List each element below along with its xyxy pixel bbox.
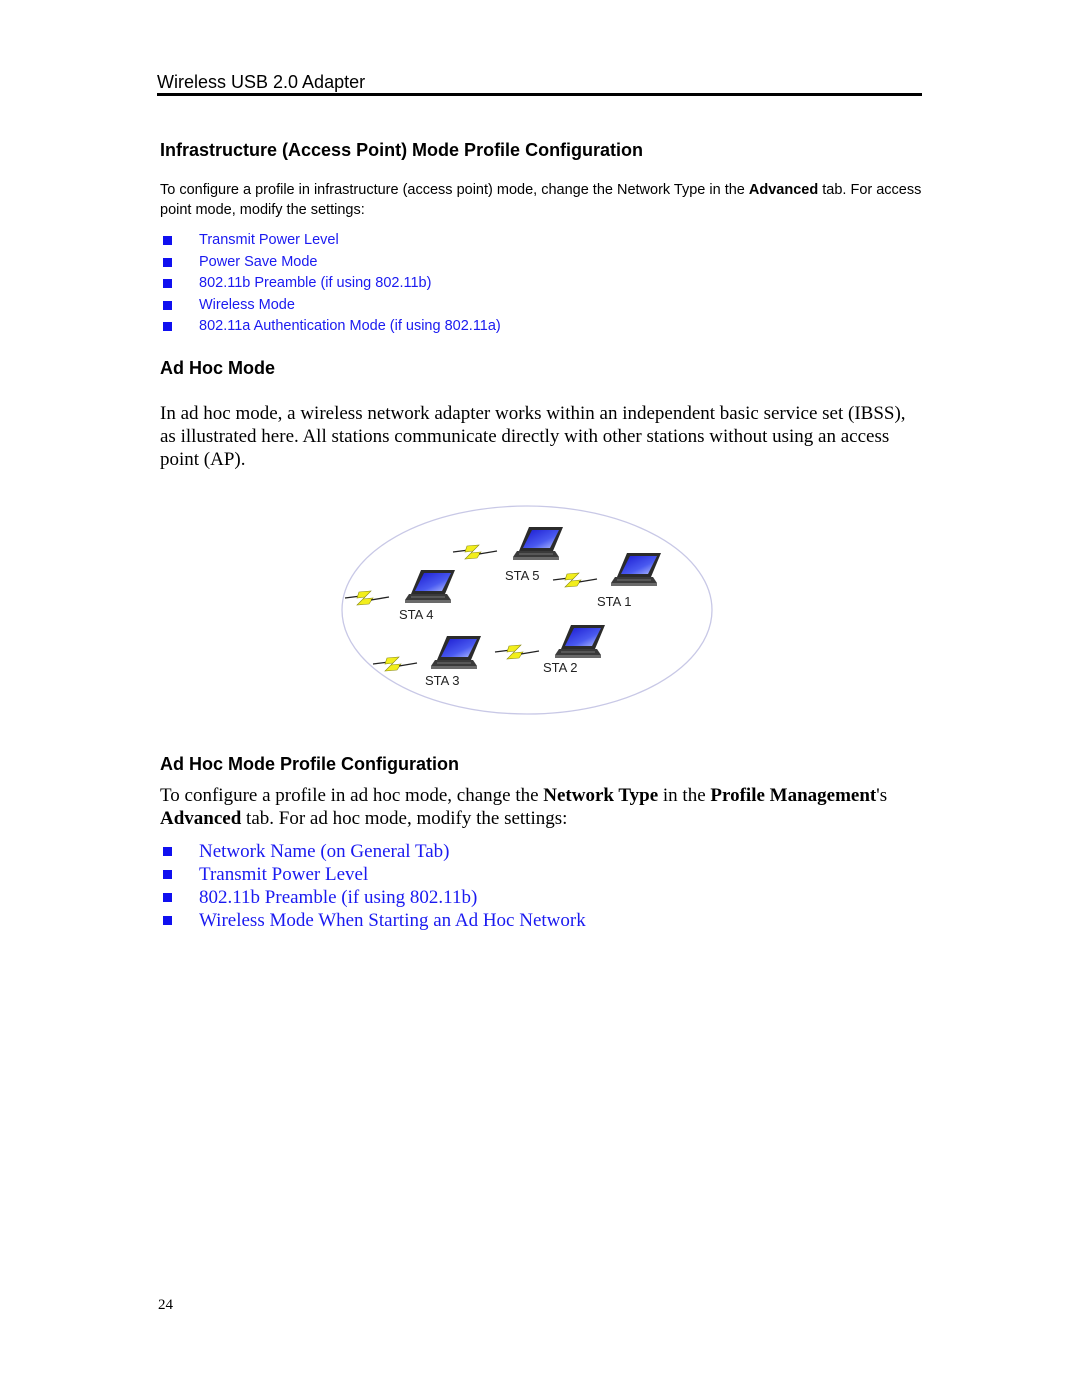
sta5-label: STA 5 — [505, 568, 539, 583]
signal-icon — [494, 644, 540, 660]
laptop-icon — [610, 552, 662, 587]
list-item: Power Save Mode — [160, 252, 501, 274]
running-header: Wireless USB 2.0 Adapter — [157, 72, 366, 92]
intro-bold-advanced: Advanced — [160, 808, 242, 829]
link-80211b-preamble[interactable]: 802.11b Preamble (if using 802.11b) — [199, 275, 431, 291]
bullet-square-icon — [163, 322, 172, 331]
infrastructure-heading: Infrastructure (Access Point) Mode Profi… — [160, 140, 644, 160]
adhoc-profile-heading: Ad Hoc Mode Profile Configuration — [160, 754, 459, 774]
list-item: Transmit Power Level — [160, 230, 501, 252]
signal-icon — [552, 572, 598, 588]
infrastructure-settings-list: Transmit Power Level Power Save Mode 802… — [160, 230, 501, 338]
list-item: 802.11b Preamble (if using 802.11b) — [160, 273, 501, 295]
intro-text: To configure a profile in ad hoc mode, c… — [160, 785, 544, 806]
link-network-name[interactable]: Network Name (on General Tab) — [199, 841, 450, 862]
station-sta1: STA 1 — [552, 552, 662, 609]
intro-bold-advanced: Advanced — [748, 182, 819, 198]
laptop-icon — [430, 635, 482, 670]
intro-text: in the — [658, 785, 711, 806]
link-transmit-power-level[interactable]: Transmit Power Level — [199, 232, 339, 248]
station-sta5: STA 5 — [452, 526, 564, 583]
link-80211a-authentication-mode[interactable]: 802.11a Authentication Mode (if using 80… — [199, 318, 501, 334]
list-item: Transmit Power Level — [160, 863, 586, 886]
bullet-square-icon — [163, 870, 172, 879]
link-transmit-power-level[interactable]: Transmit Power Level — [199, 864, 368, 885]
bullet-square-icon — [163, 847, 172, 856]
ibss-diagram: STA 5 STA 1 STA 4 STA 3 STA 2 — [341, 505, 713, 715]
link-wireless-mode-adhoc[interactable]: Wireless Mode When Starting an Ad Hoc Ne… — [199, 910, 586, 931]
adhoc-body: In ad hoc mode, a wireless network adapt… — [160, 403, 906, 470]
bullet-square-icon — [163, 893, 172, 902]
laptop-icon — [512, 526, 564, 561]
intro-text: 's — [876, 785, 888, 806]
list-item: 802.11b Preamble (if using 802.11b) — [160, 886, 586, 909]
list-item: 802.11a Authentication Mode (if using 80… — [160, 316, 501, 338]
infrastructure-intro: To configure a profile in infrastructure… — [160, 180, 925, 220]
adhoc-profile-intro: To configure a profile in ad hoc mode, c… — [160, 784, 925, 830]
laptop-icon — [404, 569, 456, 604]
signal-icon — [344, 590, 390, 606]
list-item: Wireless Mode When Starting an Ad Hoc Ne… — [160, 909, 586, 932]
sta1-label: STA 1 — [597, 594, 631, 609]
list-item: Network Name (on General Tab) — [160, 840, 586, 863]
intro-bold-profile-management: Profile Management — [710, 785, 877, 806]
signal-icon — [452, 544, 498, 560]
bullet-square-icon — [163, 257, 172, 267]
bullet-square-icon — [163, 236, 172, 245]
page-number: 24 — [158, 1297, 173, 1313]
sta4-label: STA 4 — [399, 607, 433, 622]
intro-text: To configure a profile in infrastructure… — [160, 182, 749, 198]
bullet-square-icon — [163, 279, 172, 288]
signal-icon — [372, 656, 418, 672]
link-80211b-preamble[interactable]: 802.11b Preamble (if using 802.11b) — [199, 887, 477, 908]
link-power-save-mode[interactable]: Power Save Mode — [199, 254, 317, 270]
sta3-label: STA 3 — [425, 673, 459, 688]
intro-bold-network-type: Network Type — [543, 785, 659, 806]
bullet-square-icon — [163, 916, 172, 925]
link-wireless-mode[interactable]: Wireless Mode — [199, 297, 295, 313]
adhoc-settings-list: Network Name (on General Tab) Transmit P… — [160, 840, 586, 932]
sta2-label: STA 2 — [543, 660, 577, 675]
header-rule — [157, 93, 922, 96]
laptop-icon — [554, 624, 606, 659]
bullet-square-icon — [163, 300, 172, 310]
intro-text: tab. For ad hoc mode, modify the setting… — [241, 808, 568, 829]
station-sta3: STA 3 — [372, 635, 482, 688]
station-sta4: STA 4 — [344, 569, 456, 622]
adhoc-heading: Ad Hoc Mode — [160, 358, 275, 378]
list-item: Wireless Mode — [160, 295, 501, 317]
station-sta2: STA 2 — [494, 624, 606, 675]
